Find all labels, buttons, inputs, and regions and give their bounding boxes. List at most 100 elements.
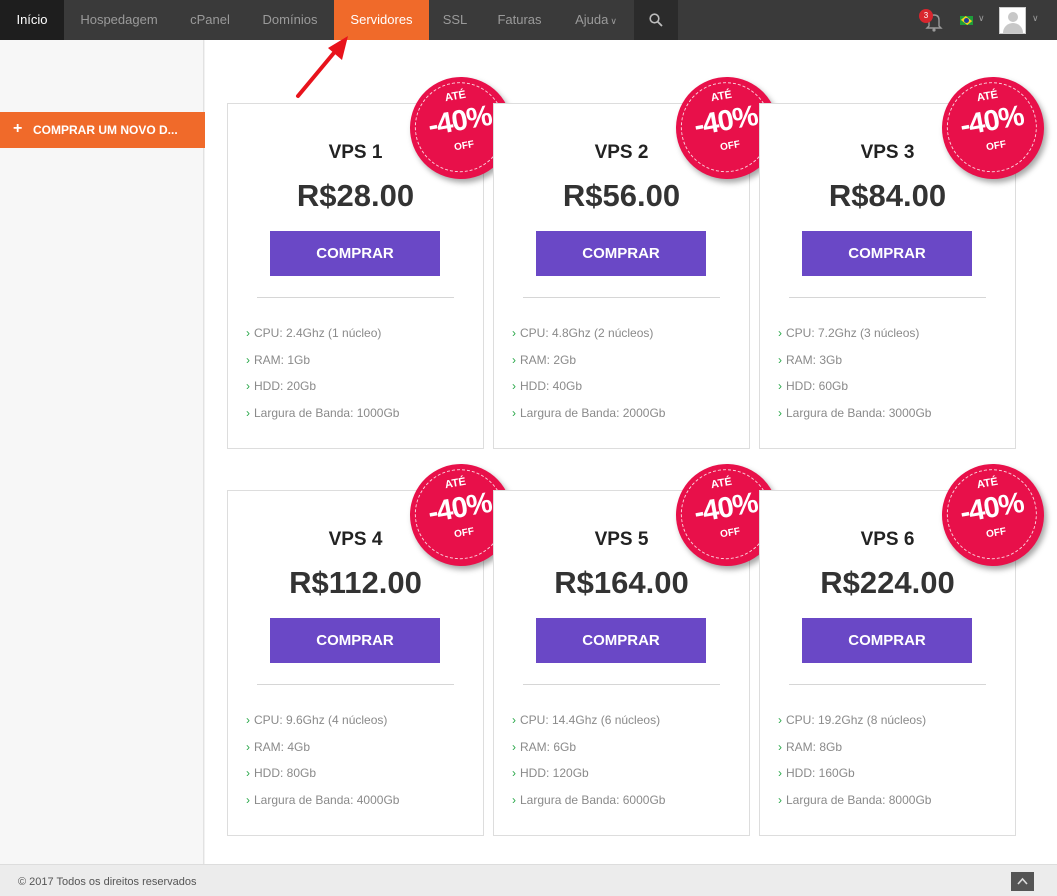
plan-price: R$28.00	[296, 178, 415, 213]
chevron-right-icon: ›	[246, 326, 250, 340]
buy-plan-button[interactable]: COMPRAR	[270, 231, 440, 276]
plan-spec-text: RAM: 6Gb	[520, 740, 577, 754]
plan-spec-text: RAM: 1Gb	[254, 353, 311, 367]
plan-spec-text: Largura de Banda: 8000Gb	[786, 793, 932, 807]
plan-spec: › HDD: 160Gb	[778, 766, 855, 780]
divider	[523, 297, 720, 298]
plan-spec-text: RAM: 2Gb	[520, 353, 577, 367]
plan-spec: › CPU: 19.2Ghz (8 núcleos)	[778, 713, 926, 727]
buy-new-domain-button[interactable]: + COMPRAR UM NOVO D...	[0, 112, 218, 148]
chevron-right-icon: ›	[512, 406, 516, 420]
chevron-right-icon: ›	[246, 713, 250, 727]
divider	[789, 684, 986, 685]
chevron-right-icon: ›	[512, 793, 516, 807]
plan-spec-text: HDD: 20Gb	[254, 379, 317, 393]
divider	[257, 684, 454, 685]
chevron-down-icon: ∨	[610, 16, 617, 26]
plan-spec-text: CPU: 14.4Ghz (6 núcleos)	[520, 713, 661, 727]
nav-item-inicio[interactable]: Início	[0, 0, 64, 40]
language-chevron-down-icon[interactable]: ∨	[978, 13, 985, 24]
plan-price: R$224.00	[820, 565, 955, 600]
nav-item-ssl[interactable]: SSL	[429, 0, 481, 40]
chevron-right-icon: ›	[246, 406, 250, 420]
plan-spec: › RAM: 6Gb	[512, 740, 576, 754]
plan-price: R$84.00	[828, 178, 947, 213]
chevron-right-icon: ›	[778, 766, 782, 780]
chevron-right-icon: ›	[246, 793, 250, 807]
plan-spec: › RAM: 8Gb	[778, 740, 842, 754]
plan-spec: › CPU: 14.4Ghz (6 núcleos)	[512, 713, 660, 727]
buy-plan-button[interactable]: COMPRAR	[536, 231, 706, 276]
chevron-right-icon: ›	[246, 766, 250, 780]
buy-plan-button[interactable]: COMPRAR	[536, 618, 706, 663]
chevron-right-icon: ›	[778, 793, 782, 807]
chevron-right-icon: ›	[512, 740, 516, 754]
plan-spec: › HDD: 20Gb	[246, 379, 316, 393]
annotation-arrow-icon	[296, 36, 348, 98]
chevron-right-icon: ›	[778, 406, 782, 420]
plan-spec: › HDD: 120Gb	[512, 766, 589, 780]
buy-plan-button[interactable]: COMPRAR	[270, 618, 440, 663]
nav-item-ajuda[interactable]: Ajuda ∨	[558, 0, 634, 40]
chevron-up-icon	[1017, 877, 1028, 885]
plan-spec: › HDD: 40Gb	[512, 379, 582, 393]
plan-spec: › RAM: 1Gb	[246, 353, 310, 367]
plan-spec-text: Largura de Banda: 4000Gb	[254, 793, 400, 807]
nav-item-hospedagem[interactable]: Hospedagem	[64, 0, 174, 40]
plan-spec: › RAM: 3Gb	[778, 353, 842, 367]
plan-spec: › Largura de Banda: 4000Gb	[246, 793, 399, 807]
plan-spec-text: RAM: 4Gb	[254, 740, 311, 754]
chevron-right-icon: ›	[778, 740, 782, 754]
plan-spec-text: HDD: 120Gb	[520, 766, 589, 780]
user-menu-chevron-down-icon[interactable]: ∨	[1032, 13, 1039, 24]
buy-plan-button[interactable]: COMPRAR	[802, 618, 972, 663]
plus-icon: +	[13, 120, 23, 137]
plan-spec: › Largura de Banda: 6000Gb	[512, 793, 665, 807]
plan-spec-text: CPU: 4.8Ghz (2 núcleos)	[520, 326, 654, 340]
notification-count-badge: 3	[919, 9, 933, 23]
search-button[interactable]	[634, 0, 678, 40]
plan-spec-text: Largura de Banda: 6000Gb	[520, 793, 666, 807]
plan-price: R$56.00	[562, 178, 681, 213]
nav-item-faturas[interactable]: Faturas	[481, 0, 558, 40]
plan-spec: › Largura de Banda: 8000Gb	[778, 793, 931, 807]
chevron-right-icon: ›	[512, 766, 516, 780]
plan-spec-text: Largura de Banda: 1000Gb	[254, 406, 400, 420]
nav-item-ajuda-label: Ajuda	[575, 12, 609, 27]
plan-spec-text: RAM: 8Gb	[786, 740, 843, 754]
buy-new-domain-label: COMPRAR UM NOVO D...	[33, 123, 178, 137]
user-avatar[interactable]	[999, 7, 1026, 34]
plan-spec-text: Largura de Banda: 3000Gb	[786, 406, 932, 420]
back-to-top-button[interactable]	[1011, 872, 1034, 891]
chevron-right-icon: ›	[778, 713, 782, 727]
plan-spec-text: CPU: 7.2Ghz (3 núcleos)	[786, 326, 920, 340]
plan-spec: › CPU: 7.2Ghz (3 núcleos)	[778, 326, 919, 340]
chevron-right-icon: ›	[246, 379, 250, 393]
sidebar: + COMPRAR UM NOVO D...	[0, 40, 218, 864]
buy-plan-button[interactable]: COMPRAR	[802, 231, 972, 276]
chevron-right-icon: ›	[778, 353, 782, 367]
brazil-flag-icon[interactable]	[960, 16, 973, 25]
copyright-text: © 2017 Todos os direitos reservados	[18, 876, 197, 888]
plan-spec: › HDD: 60Gb	[778, 379, 848, 393]
chevron-right-icon: ›	[512, 713, 516, 727]
main-content: VPS 1 R$28.00 COMPRAR › CPU: 2.4Ghz (1 núcle…	[205, 40, 1057, 864]
plan-spec-text: CPU: 9.6Ghz (4 núcleos)	[254, 713, 388, 727]
plan-spec-text: CPU: 19.2Ghz (8 núcleos)	[786, 713, 927, 727]
plan-spec: › RAM: 4Gb	[246, 740, 310, 754]
divider	[257, 297, 454, 298]
chevron-right-icon: ›	[778, 326, 782, 340]
plan-spec: › CPU: 2.4Ghz (1 núcleo)	[246, 326, 381, 340]
plan-spec-text: Largura de Banda: 2000Gb	[520, 406, 666, 420]
plan-spec: › RAM: 2Gb	[512, 353, 576, 367]
nav-item-cpanel[interactable]: cPanel	[174, 0, 246, 40]
plan-price: R$112.00	[289, 565, 422, 600]
footer: © 2017 Todos os direitos reservados	[0, 864, 1057, 896]
plan-spec: › Largura de Banda: 3000Gb	[778, 406, 931, 420]
plan-spec: › CPU: 4.8Ghz (2 núcleos)	[512, 326, 653, 340]
chevron-right-icon: ›	[778, 379, 782, 393]
top-navbar: Início Hospedagem cPanel Domínios Servid…	[0, 0, 1057, 46]
divider	[523, 684, 720, 685]
divider	[789, 297, 986, 298]
chevron-right-icon: ›	[246, 740, 250, 754]
